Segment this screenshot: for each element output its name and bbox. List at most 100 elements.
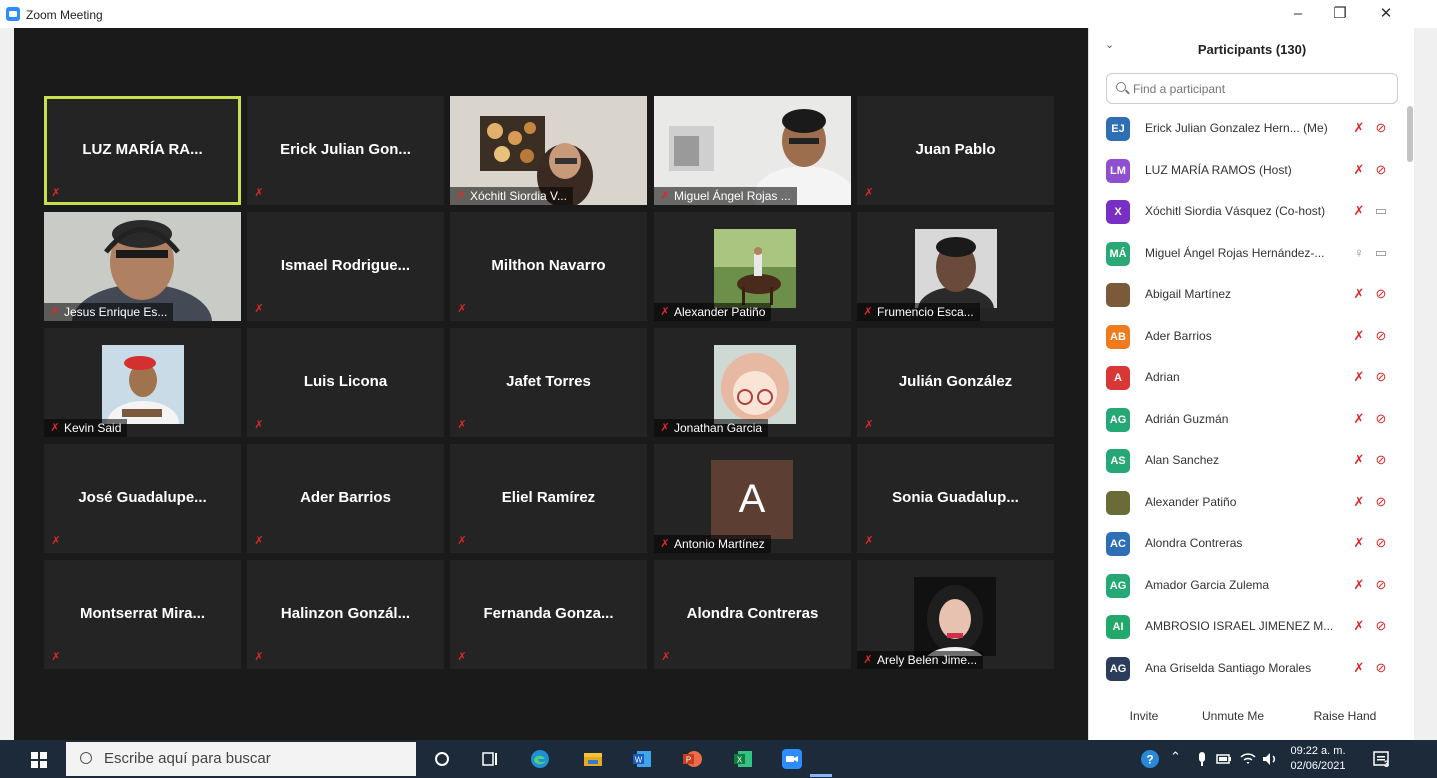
muted-mic-icon[interactable]: ✗ — [1351, 411, 1367, 427]
video-off-icon[interactable]: ⊘ — [1373, 618, 1389, 634]
video-tile[interactable]: A ✗ Antonio Martínez — [654, 444, 851, 553]
participant-row[interactable]: AS Alan Sanchez ✗ ⊘ — [1089, 441, 1405, 482]
taskbar-search-box[interactable]: Escribe aquí para buscar — [66, 742, 416, 776]
wifi-icon[interactable] — [1238, 749, 1258, 769]
muted-mic-icon[interactable]: ✗ — [1351, 660, 1367, 676]
video-tile[interactable]: Montserrat Mira... ✗ — [44, 560, 241, 669]
participant-row[interactable]: AG Amador Garcia Zulema ✗ ⊘ — [1089, 566, 1405, 607]
unmute-me-button[interactable]: Unmute Me — [1195, 704, 1271, 728]
video-on-icon[interactable]: ▭ — [1373, 245, 1389, 261]
participant-row[interactable]: AI AMBROSIO ISRAEL JIMENEZ M... ✗ ⊘ — [1089, 607, 1405, 648]
participants-panel: ⌄ Participants (130) EJErick Julian Gonz… — [1088, 28, 1414, 740]
muted-mic-icon[interactable]: ✗ — [1351, 618, 1367, 634]
video-tile[interactable]: ✗ Jonathan Garcia — [654, 328, 851, 437]
video-tile[interactable]: Ader Barrios ✗ — [247, 444, 444, 553]
video-tile[interactable]: Ismael Rodrigue... ✗ — [247, 212, 444, 321]
video-off-icon[interactable]: ⊘ — [1373, 452, 1389, 468]
muted-mic-icon[interactable]: ✗ — [1351, 535, 1367, 551]
participant-row[interactable]: Abigail Martínez ✗ ⊘ — [1089, 275, 1405, 316]
participant-row[interactable]: Alexander Patiño ✗ ⊘ — [1089, 483, 1405, 524]
video-tile[interactable]: ✗ Miguel Ángel Rojas ... — [654, 96, 851, 205]
muted-mic-icon[interactable]: ✗ — [1351, 369, 1367, 385]
tile-participant-name: Eliel Ramírez — [501, 489, 596, 506]
minimize-button[interactable]: – — [1278, 2, 1318, 26]
participant-row[interactable]: EJ Erick Julian Gonzalez Hern... (Me) ✗ ⊘ — [1089, 109, 1405, 150]
video-off-icon[interactable]: ⊘ — [1373, 369, 1389, 385]
video-tile[interactable]: ✗ Arely Belen Jime... — [857, 560, 1054, 669]
video-off-icon[interactable]: ⊘ — [1373, 535, 1389, 551]
powerpoint-icon[interactable]: P — [682, 749, 702, 769]
restore-button[interactable]: ❐ — [1320, 2, 1360, 26]
taskbar-clock[interactable]: 09:22 a. m. 02/06/2021 — [1286, 744, 1350, 774]
video-tile[interactable]: Eliel Ramírez ✗ — [450, 444, 647, 553]
video-tile[interactable]: Halinzon Gonzál... ✗ — [247, 560, 444, 669]
microphone-tray-icon[interactable] — [1192, 749, 1212, 769]
muted-mic-icon[interactable]: ✗ — [1351, 286, 1367, 302]
invite-button[interactable]: Invite — [1119, 704, 1169, 728]
participant-row[interactable]: AG Adrián Guzmán ✗ ⊘ — [1089, 400, 1405, 441]
participant-row[interactable]: LM LUZ MARÍA RAMOS (Host) ✗ ⊘ — [1089, 151, 1405, 192]
video-tile[interactable]: ✗ Jesus Enrique Es... — [44, 212, 241, 321]
cortana-icon[interactable] — [432, 749, 452, 769]
video-tile[interactable]: José Guadalupe... ✗ — [44, 444, 241, 553]
participant-name: Alexander Patiño — [1145, 494, 1237, 509]
muted-mic-icon[interactable]: ✗ — [1351, 452, 1367, 468]
edge-browser-icon[interactable] — [530, 749, 550, 769]
participant-search-input[interactable] — [1106, 73, 1398, 104]
muted-mic-icon[interactable]: ✗ — [1351, 203, 1367, 219]
excel-icon[interactable]: X — [733, 749, 753, 769]
video-off-icon[interactable]: ⊘ — [1373, 494, 1389, 510]
muted-mic-icon[interactable]: ✗ — [1351, 120, 1367, 136]
muted-mic-icon[interactable]: ✗ — [1351, 494, 1367, 510]
video-tile[interactable]: ✗ Frumencio Esca... — [857, 212, 1054, 321]
video-tile[interactable]: Luis Licona ✗ — [247, 328, 444, 437]
video-off-icon[interactable]: ⊘ — [1373, 286, 1389, 302]
video-off-icon[interactable]: ⊘ — [1373, 328, 1389, 344]
windows-start-icon[interactable] — [31, 752, 47, 768]
video-tile[interactable]: Sonia Guadalup... ✗ — [857, 444, 1054, 553]
video-tile[interactable]: Milthon Navarro ✗ — [450, 212, 647, 321]
video-off-icon[interactable]: ⊘ — [1373, 162, 1389, 178]
close-button[interactable]: ✕ — [1366, 2, 1406, 26]
video-tile[interactable]: Alondra Contreras ✗ — [654, 560, 851, 669]
help-icon[interactable]: ? — [1140, 749, 1160, 769]
video-on-icon[interactable]: ▭ — [1373, 203, 1389, 219]
muted-mic-icon[interactable]: ✗ — [1351, 162, 1367, 178]
chevron-up-icon[interactable]: ⌃ — [1170, 749, 1181, 765]
video-off-icon[interactable]: ⊘ — [1373, 411, 1389, 427]
video-off-icon[interactable]: ⊘ — [1373, 660, 1389, 676]
video-tile[interactable]: ✗ Alexander Patiño — [654, 212, 851, 321]
scrollbar-thumb[interactable] — [1407, 106, 1413, 162]
video-tile[interactable]: Jafet Torres ✗ — [450, 328, 647, 437]
battery-icon[interactable] — [1214, 749, 1234, 769]
muted-mic-icon: ✗ — [50, 306, 60, 318]
video-tile[interactable]: Fernanda Gonza... ✗ — [450, 560, 647, 669]
file-explorer-icon[interactable] — [583, 749, 603, 769]
zoom-taskbar-icon[interactable] — [782, 749, 802, 769]
word-icon[interactable]: W — [632, 749, 652, 769]
video-off-icon[interactable]: ⊘ — [1373, 577, 1389, 593]
video-tile[interactable]: ✗ Xóchitl Siordia V... — [450, 96, 647, 205]
participant-list-scrollbar[interactable] — [1405, 106, 1413, 686]
participant-row[interactable]: AB Ader Barrios ✗ ⊘ — [1089, 317, 1405, 358]
video-tile[interactable]: Julián González ✗ — [857, 328, 1054, 437]
participant-row[interactable]: AC Alondra Contreras ✗ ⊘ — [1089, 524, 1405, 565]
video-tile[interactable]: ✗ Kevin Said — [44, 328, 241, 437]
video-tile[interactable]: Juan Pablo ✗ — [857, 96, 1054, 205]
participant-row[interactable]: X Xóchitl Siordia Vásquez (Co-host) ✗ ▭ — [1089, 192, 1405, 233]
video-tile[interactable]: LUZ MARÍA RA... ✗ — [44, 96, 241, 205]
participant-row[interactable]: AG Ana Griselda Santiago Morales ✗ ⊘ — [1089, 649, 1405, 690]
participant-list: EJ Erick Julian Gonzalez Hern... (Me) ✗ ⊘ LM… — [1089, 109, 1415, 709]
volume-icon[interactable] — [1260, 749, 1280, 769]
muted-mic-icon[interactable]: ✗ — [1351, 577, 1367, 593]
video-tile[interactable]: Erick Julian Gon... ✗ — [247, 96, 444, 205]
raise-hand-button[interactable]: Raise Hand — [1307, 704, 1383, 728]
participant-row[interactable]: A Adrian ✗ ⊘ — [1089, 358, 1405, 399]
participant-row[interactable]: MÁ Miguel Ángel Rojas Hernández-... ♀ ▭ — [1089, 234, 1405, 275]
task-view-icon[interactable] — [480, 749, 500, 769]
microphone-icon[interactable]: ♀ — [1351, 245, 1367, 261]
video-off-icon[interactable]: ⊘ — [1373, 120, 1389, 136]
muted-mic-icon[interactable]: ✗ — [1351, 328, 1367, 344]
muted-mic-icon: ✗ — [864, 535, 874, 547]
participant-profile-picture — [102, 345, 184, 424]
